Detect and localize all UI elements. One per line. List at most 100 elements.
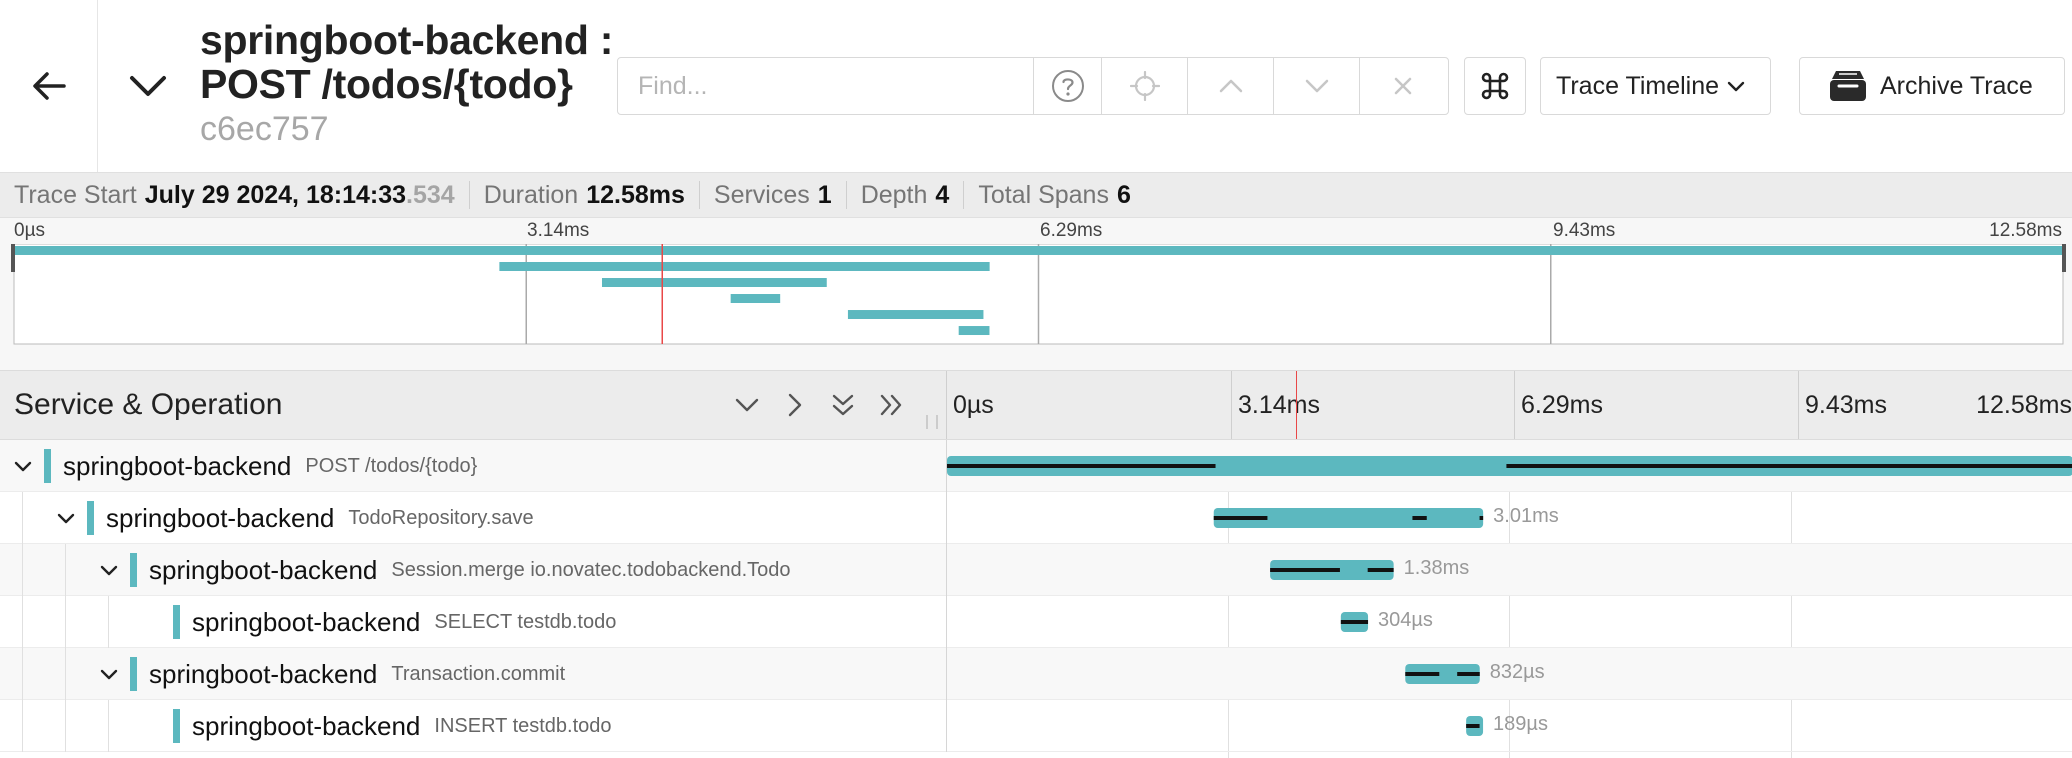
indent-guide: [65, 700, 66, 752]
span-name-cell[interactable]: springboot-backend INSERT testdb.todo: [0, 700, 946, 752]
indent-guide: [108, 700, 109, 752]
summary-divider: [698, 181, 700, 209]
trace-start-ms: .534: [406, 180, 455, 209]
find-input[interactable]: [618, 58, 1034, 114]
span-timeline-cell[interactable]: 832µs: [946, 648, 2072, 700]
span-timeline-cell[interactable]: 304µs: [946, 596, 2072, 648]
minimap-canvas[interactable]: [0, 244, 2072, 370]
prev-match-button[interactable]: [1188, 58, 1274, 114]
span-row[interactable]: springboot-backend INSERT testdb.todo 189µ…: [0, 700, 2072, 752]
span-row[interactable]: springboot-backend SELECT testdb.todo 304µ…: [0, 596, 2072, 648]
trace-header: springboot-backend : POST /todos/{todo} …: [0, 0, 2072, 172]
minimap-tick: 0µs: [14, 220, 46, 241]
summary-divider: [963, 181, 965, 209]
span-timeline-cell[interactable]: 1.38ms: [946, 544, 2072, 596]
trace-start-value: July 29 2024, 18:14:33: [144, 180, 407, 209]
next-match-button[interactable]: [1274, 58, 1360, 114]
span-timeline-cell[interactable]: 189µs: [946, 700, 2072, 752]
timeline-tick: 3.14ms: [1231, 371, 1320, 439]
minimap-span-bar: [730, 294, 781, 304]
span-name-cell[interactable]: springboot-backend Transaction.commit: [0, 648, 946, 700]
find-toolbar: [617, 57, 1449, 115]
span-self-time-marker: [1367, 568, 1394, 572]
service-name: springboot-backend: [149, 658, 378, 689]
depth-value: 4: [935, 180, 950, 209]
span-timeline-cell[interactable]: [946, 440, 2072, 492]
trace-title-line2: POST /todos/{todo}: [200, 61, 573, 107]
span-self-time-marker: [1340, 620, 1369, 624]
span-toggle-button[interactable]: [8, 451, 38, 481]
service-color-bar: [173, 605, 180, 639]
services-label: Services: [713, 180, 810, 209]
span-self-time-marker: [1405, 672, 1440, 676]
service-name: springboot-backend: [192, 710, 421, 741]
crosshair-icon: [1129, 71, 1160, 101]
timeline-tick: 6.29ms: [1514, 371, 1603, 439]
indent-guide: [22, 544, 23, 596]
operation-name: POST /todos/{todo}: [305, 454, 478, 477]
service-operation-title: Service & Operation: [14, 388, 283, 421]
total-spans-label: Total Spans: [978, 180, 1109, 209]
span-row[interactable]: springboot-backend TodoRepository.save 3.0…: [0, 492, 2072, 544]
span-duration-label: 832µs: [1489, 661, 1545, 683]
summary-divider: [845, 181, 847, 209]
duration-label: Duration: [483, 180, 579, 209]
keyboard-shortcuts-button[interactable]: [1464, 57, 1526, 115]
span-toggle-button[interactable]: [51, 503, 81, 533]
span-name-cell[interactable]: springboot-backend TodoRepository.save: [0, 492, 946, 544]
service-name: springboot-backend: [149, 554, 378, 585]
services-value: 1: [817, 180, 832, 209]
back-button[interactable]: [0, 0, 98, 172]
summary-divider: [468, 181, 470, 209]
view-mode-dropdown[interactable]: Trace Timeline: [1540, 57, 1771, 115]
span-rows: springboot-backend POST /todos/{todo} spri…: [0, 440, 2072, 758]
chevron-down-icon: [1727, 81, 1745, 91]
chevron-down-icon: [14, 461, 32, 471]
minimap-span-bar: [14, 246, 2063, 255]
duration-value: 12.58ms: [586, 180, 685, 209]
span-timeline-cell[interactable]: 3.01ms: [946, 492, 2072, 544]
trace-start: Trace Start July 29 2024, 18:14:33.534: [14, 181, 455, 210]
span-name-cell[interactable]: springboot-backend SELECT testdb.todo: [0, 596, 946, 648]
question-circle-icon: [1051, 70, 1084, 102]
locate-button[interactable]: [1102, 58, 1188, 114]
indent-guide: [65, 596, 66, 648]
span-toggle-button[interactable]: [94, 555, 124, 585]
span-name-cell[interactable]: springboot-backend POST /todos/{todo}: [0, 440, 946, 492]
command-key-icon: [1481, 72, 1509, 100]
arrow-left-icon: [32, 72, 66, 100]
trace-minimap[interactable]: 0µs 3.14ms 6.29ms 9.43ms 12.58ms: [0, 218, 2072, 370]
span-bar-canvas: [1340, 612, 1369, 632]
span-row[interactable]: springboot-backend POST /todos/{todo}: [0, 440, 2072, 492]
trace-id: c6ec757: [200, 110, 329, 148]
span-toggle-button[interactable]: [94, 659, 124, 689]
trace-start-label: Trace Start: [14, 180, 137, 209]
span-row[interactable]: springboot-backend Transaction.commit 832µ…: [0, 648, 2072, 700]
span-duration-label: 304µs: [1378, 609, 1433, 631]
span-self-time-marker: [1479, 516, 1484, 520]
archive-trace-button[interactable]: Archive Trace: [1799, 57, 2065, 115]
service-color-bar: [130, 553, 137, 587]
span-toggle-spacer: [137, 711, 167, 741]
minimap-span-bar: [958, 326, 990, 336]
collapse-all-button[interactable]: [826, 388, 860, 422]
collapse-one-button[interactable]: [730, 388, 764, 422]
indent-guide: [108, 596, 109, 648]
span-name-cell[interactable]: springboot-backend Session.merge io.novat…: [0, 544, 946, 596]
expand-one-button[interactable]: [778, 388, 812, 422]
service-name: springboot-backend: [106, 502, 335, 533]
find-help-button[interactable]: [1034, 58, 1102, 114]
collapse-trace-button[interactable]: [118, 58, 178, 114]
timeline-tick: 12.58ms: [1976, 390, 2072, 419]
view-mode-label: Trace Timeline: [1556, 71, 1720, 100]
operation-name: TodoRepository.save: [348, 506, 534, 529]
minimap-tick: 3.14ms: [527, 220, 590, 241]
chevron-right-icon: [788, 393, 802, 417]
span-row[interactable]: springboot-backend Session.merge io.novat…: [0, 544, 2072, 596]
expand-all-button[interactable]: [874, 388, 908, 422]
clear-search-button[interactable]: [1360, 58, 1446, 114]
services: Services 1: [714, 181, 832, 210]
service-color-bar: [130, 657, 137, 691]
span-self-time-marker: [1506, 464, 2072, 468]
column-resize-handle[interactable]: [926, 415, 938, 429]
